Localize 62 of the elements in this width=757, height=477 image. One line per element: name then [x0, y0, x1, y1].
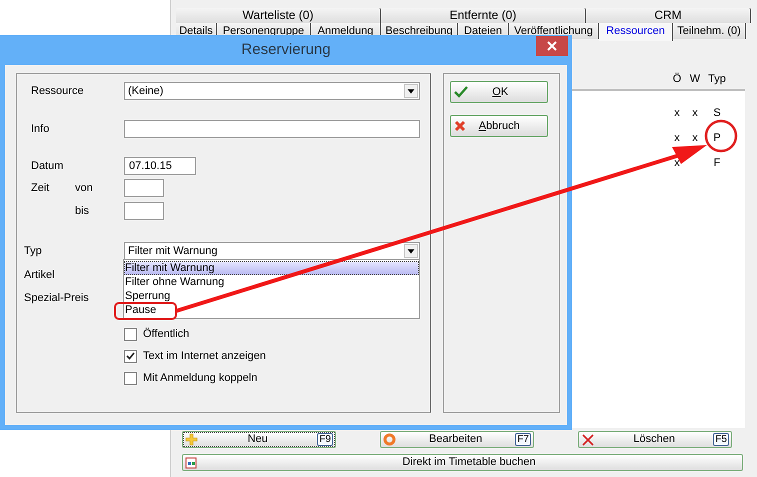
date-field[interactable]: 07.10.15: [124, 157, 196, 175]
dropdown-option[interactable]: Pause: [124, 303, 419, 317]
tab[interactable]: Ressourcen: [599, 23, 673, 41]
tab[interactable]: Warteliste (0): [176, 8, 381, 23]
checkbox-label: Öffentlich: [143, 326, 190, 342]
toolbar-button[interactable]: Löschen F5: [578, 431, 732, 448]
time-field[interactable]: [124, 202, 164, 220]
toolbar-button[interactable]: Bearbeiten F7: [380, 431, 534, 448]
column-header: Typ: [707, 72, 727, 87]
dropdown-option[interactable]: Filter ohne Warnung: [124, 275, 419, 289]
tab[interactable]: Teilnehm. (0): [673, 23, 746, 39]
field-label: Info: [31, 122, 50, 137]
checkbox-label: Mit Anmeldung koppeln: [143, 370, 258, 386]
tab[interactable]: CRM: [586, 8, 751, 23]
column-header: W: [688, 72, 702, 87]
shortcut-key: F7: [515, 433, 531, 446]
field-label: bis: [75, 204, 90, 219]
field-label: Datum: [31, 158, 64, 174]
field-label: Ressource: [31, 84, 85, 99]
highlight-circle: [704, 120, 738, 152]
table-cell-text: P: [713, 131, 721, 146]
checkbox[interactable]: [124, 328, 137, 340]
toolbar-button[interactable]: Neu F9: [182, 431, 336, 448]
resource-dropdown[interactable]: (Keine): [124, 82, 420, 100]
shortcut-key: F5: [713, 433, 729, 446]
close-button[interactable]: [536, 36, 568, 56]
table-cell-text: x: [674, 106, 680, 121]
plus-icon: [185, 433, 198, 446]
table-cell-text: F: [714, 156, 720, 171]
dialog-button[interactable]: Abbruch: [450, 115, 548, 137]
checkmark-icon: [126, 352, 135, 360]
dropdown-option[interactable]: Filter mit Warnung: [124, 261, 419, 275]
window-title: Reservierung: [241, 40, 331, 60]
cross-icon: [581, 432, 595, 446]
ring-icon: [383, 433, 396, 446]
time-field[interactable]: [124, 179, 164, 197]
checkbox[interactable]: [124, 372, 137, 384]
column-header: Ö: [672, 72, 682, 87]
shortcut-key: F9: [317, 433, 333, 446]
timetable-button[interactable]: Direkt im Timetable buchen: [182, 454, 743, 471]
field-label: Typ: [24, 244, 43, 259]
field-label: Spezial-Preis: [24, 291, 89, 304]
type-dropdown[interactable]: Filter mit Warnung: [124, 242, 420, 260]
close-icon: [547, 41, 557, 51]
table-cell-text: x: [692, 106, 698, 121]
highlight-box: [114, 302, 177, 320]
dialog-button[interactable]: OK: [450, 81, 548, 103]
table-cell-text: x: [692, 131, 698, 146]
field-label: Artikel: [24, 268, 55, 281]
dropdown-option[interactable]: Sperrung: [124, 289, 419, 303]
calendar-icon: [185, 456, 198, 469]
checkbox[interactable]: [124, 350, 137, 362]
checkmark-icon: [454, 86, 468, 98]
table-cell-text: x: [674, 156, 680, 171]
tab[interactable]: Entfernte (0): [381, 8, 586, 23]
cross-icon: [454, 120, 466, 132]
input-field[interactable]: [124, 120, 420, 138]
table-cell-text: x: [674, 131, 680, 146]
table-cell-text: S: [713, 106, 721, 121]
checkbox-label: Text im Internet anzeigen: [143, 348, 266, 364]
field-label: Zeit: [31, 180, 50, 196]
field-label: von: [75, 180, 94, 196]
